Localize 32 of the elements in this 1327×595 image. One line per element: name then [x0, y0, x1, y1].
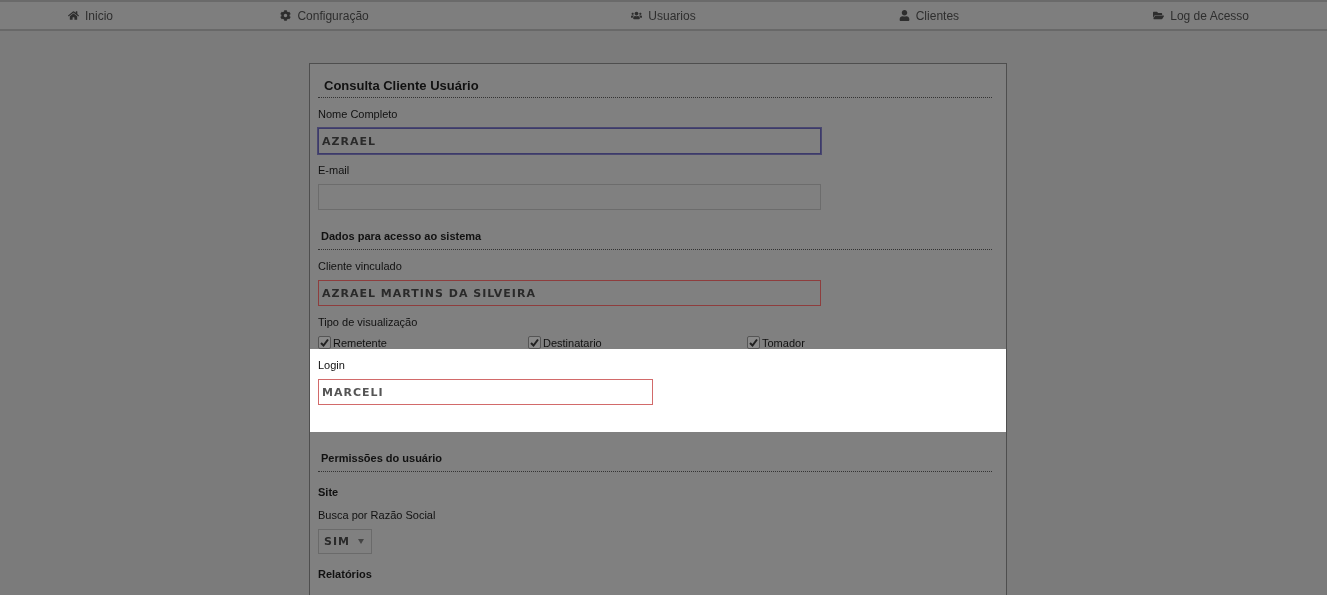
- field-label: Login: [317, 358, 346, 372]
- users-icon: [631, 10, 643, 21]
- subsection-heading: Site: [317, 485, 340, 499]
- nav-link[interactable]: Clientes: [898, 8, 960, 23]
- text-field[interactable]: MARCELI: [318, 379, 653, 405]
- text-field[interactable]: AZRAEL MARTINS DA SILVEIRA: [318, 280, 821, 306]
- field-label: E-mail: [317, 163, 351, 177]
- section-heading: Permissões do usuário: [320, 451, 444, 466]
- field-label: Nome Completo: [317, 107, 399, 121]
- folder-icon: [1153, 10, 1165, 21]
- checkbox-label: Remetente: [333, 336, 387, 349]
- nav-link[interactable]: Configuração: [265, 8, 384, 23]
- section-heading: Dados para acesso ao sistema: [320, 229, 483, 244]
- field-label: Busca por Razão Social: [317, 508, 437, 522]
- nav-link[interactable]: Usuarios: [631, 8, 696, 23]
- home-icon: [68, 10, 79, 21]
- checkbox-label: Tomador: [762, 336, 805, 349]
- checkbox-label: Destinatario: [543, 336, 602, 349]
- field-label: Tipo de visualização: [317, 315, 419, 329]
- checkbox[interactable]: [528, 336, 541, 349]
- subsection-heading: Relatórios: [317, 567, 373, 581]
- nav-link[interactable]: Inicio: [0, 8, 181, 23]
- checkbox[interactable]: [747, 336, 760, 349]
- select-field[interactable]: SIM: [318, 529, 372, 554]
- caret-icon: [357, 539, 364, 544]
- field-label: Cliente vinculado: [317, 259, 403, 273]
- form-title: Consulta Cliente Usuário: [323, 77, 480, 95]
- checkbox[interactable]: [318, 336, 331, 349]
- text-field[interactable]: AZRAEL: [318, 128, 821, 154]
- nav-link[interactable]: Log de Acesso: [1075, 8, 1327, 23]
- user-icon: [898, 10, 910, 21]
- gear-icon: [280, 10, 292, 21]
